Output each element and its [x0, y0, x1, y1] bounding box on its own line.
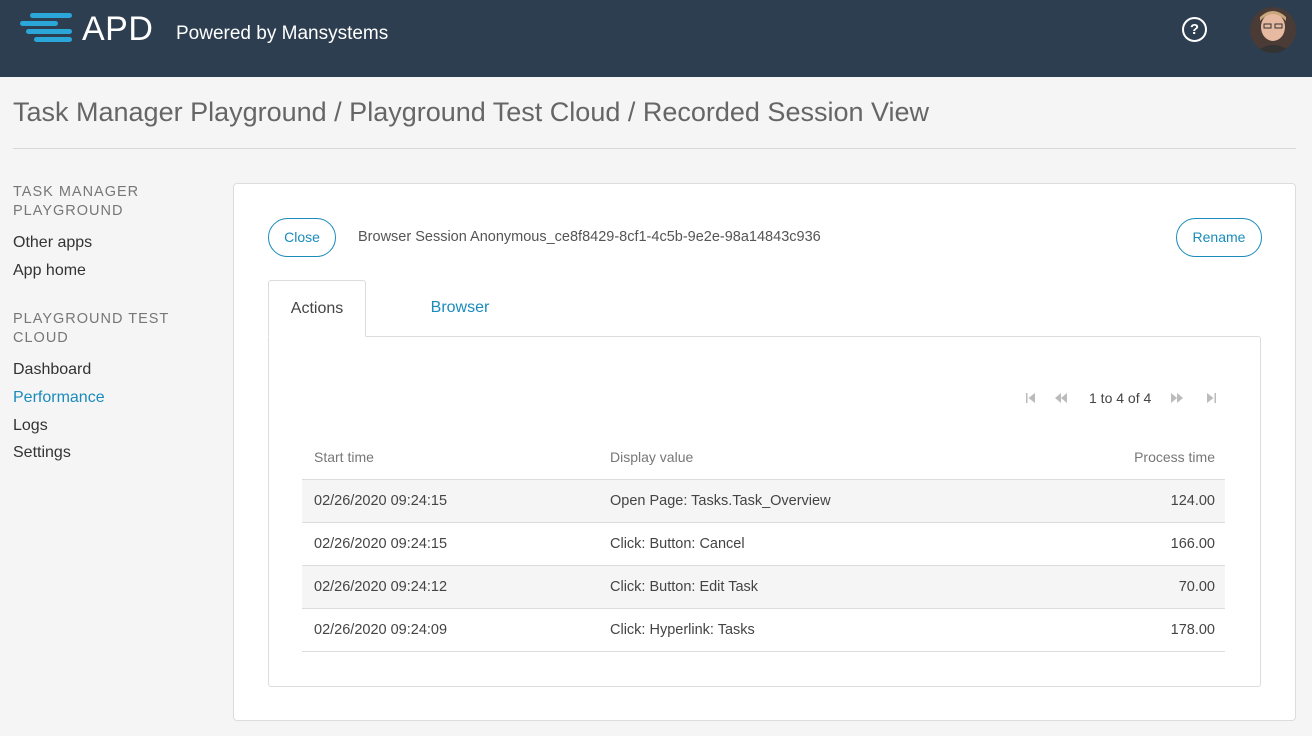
- header-divider: [13, 148, 1296, 149]
- table-row[interactable]: 02/26/2020 09:24:09 Click: Hyperlink: Ta…: [302, 608, 1225, 652]
- avatar-image: [1250, 7, 1296, 53]
- table-row[interactable]: 02/26/2020 09:24:15 Open Page: Tasks.Tas…: [302, 479, 1225, 523]
- cell-start-time: 02/26/2020 09:24:12: [302, 565, 598, 609]
- sidebar-item-app-home[interactable]: App home: [13, 261, 86, 281]
- sidebar-item-dashboard[interactable]: Dashboard: [13, 360, 91, 380]
- prev-page-icon[interactable]: [1053, 390, 1069, 406]
- session-panel: Close Browser Session Anonymous_ce8f8429…: [233, 183, 1296, 721]
- tab-browser-information[interactable]: Browser information: [390, 280, 530, 372]
- cell-start-time: 02/26/2020 09:24:15: [302, 522, 598, 566]
- table-row[interactable]: 02/26/2020 09:24:15 Click: Button: Cance…: [302, 522, 1225, 566]
- rename-button[interactable]: Rename: [1176, 218, 1262, 257]
- actions-table: Start time Display value Process time 02…: [302, 436, 1225, 652]
- cell-start-time: 02/26/2020 09:24:15: [302, 479, 598, 523]
- cell-process-time: 166.00: [998, 522, 1225, 566]
- cell-display-value: Open Page: Tasks.Task_Overview: [598, 479, 998, 523]
- sidebar-item-settings[interactable]: Settings: [13, 443, 71, 463]
- cell-process-time: 178.00: [998, 608, 1225, 652]
- cell-display-value: Click: Button: Cancel: [598, 522, 998, 566]
- pagination-text: 1 to 4 of 4: [1089, 390, 1152, 406]
- sidebar-item-logs[interactable]: Logs: [13, 416, 48, 436]
- first-page-icon[interactable]: [1023, 390, 1039, 406]
- table-row[interactable]: 02/26/2020 09:24:12 Click: Button: Edit …: [302, 565, 1225, 609]
- close-button[interactable]: Close: [268, 218, 336, 257]
- breadcrumb: Task Manager Playground / Playground Tes…: [13, 97, 930, 127]
- cell-display-value: Click: Hyperlink: Tasks: [598, 608, 998, 652]
- tab-actions[interactable]: Actions: [268, 280, 366, 337]
- sidebar-section-task-manager: TASK MANAGER PLAYGROUND: [13, 184, 140, 219]
- cell-display-value: Click: Button: Edit Task: [598, 565, 998, 609]
- top-bar: APD Powered by Mansystems ?: [0, 0, 1312, 77]
- actions-tab-content: 1 to 4 of 4 Start time Display value Pro…: [268, 336, 1261, 687]
- apd-logo-icon: [20, 13, 72, 42]
- column-header-process-time[interactable]: Process time: [998, 436, 1225, 480]
- next-page-icon[interactable]: [1169, 390, 1185, 406]
- sidebar-item-performance[interactable]: Performance: [13, 388, 105, 408]
- help-icon[interactable]: ?: [1182, 17, 1207, 42]
- cell-process-time: 124.00: [998, 479, 1225, 523]
- pagination: 1 to 4 of 4: [1023, 386, 1223, 410]
- table-header-row: Start time Display value Process time: [302, 436, 1225, 480]
- sidebar-section-test-cloud: PLAYGROUND TEST CLOUD: [13, 311, 170, 346]
- cell-start-time: 02/26/2020 09:24:09: [302, 608, 598, 652]
- brand-tagline: Powered by Mansystems: [176, 23, 389, 44]
- session-name: Browser Session Anonymous_ce8f8429-8cf1-…: [358, 229, 821, 245]
- sidebar-item-other-apps[interactable]: Other apps: [13, 233, 92, 253]
- last-page-icon[interactable]: [1203, 390, 1219, 406]
- cell-process-time: 70.00: [998, 565, 1225, 609]
- column-header-start-time[interactable]: Start time: [302, 436, 598, 480]
- user-avatar[interactable]: [1250, 7, 1296, 53]
- brand-name: APD: [82, 10, 154, 48]
- column-header-display-value[interactable]: Display value: [598, 436, 998, 480]
